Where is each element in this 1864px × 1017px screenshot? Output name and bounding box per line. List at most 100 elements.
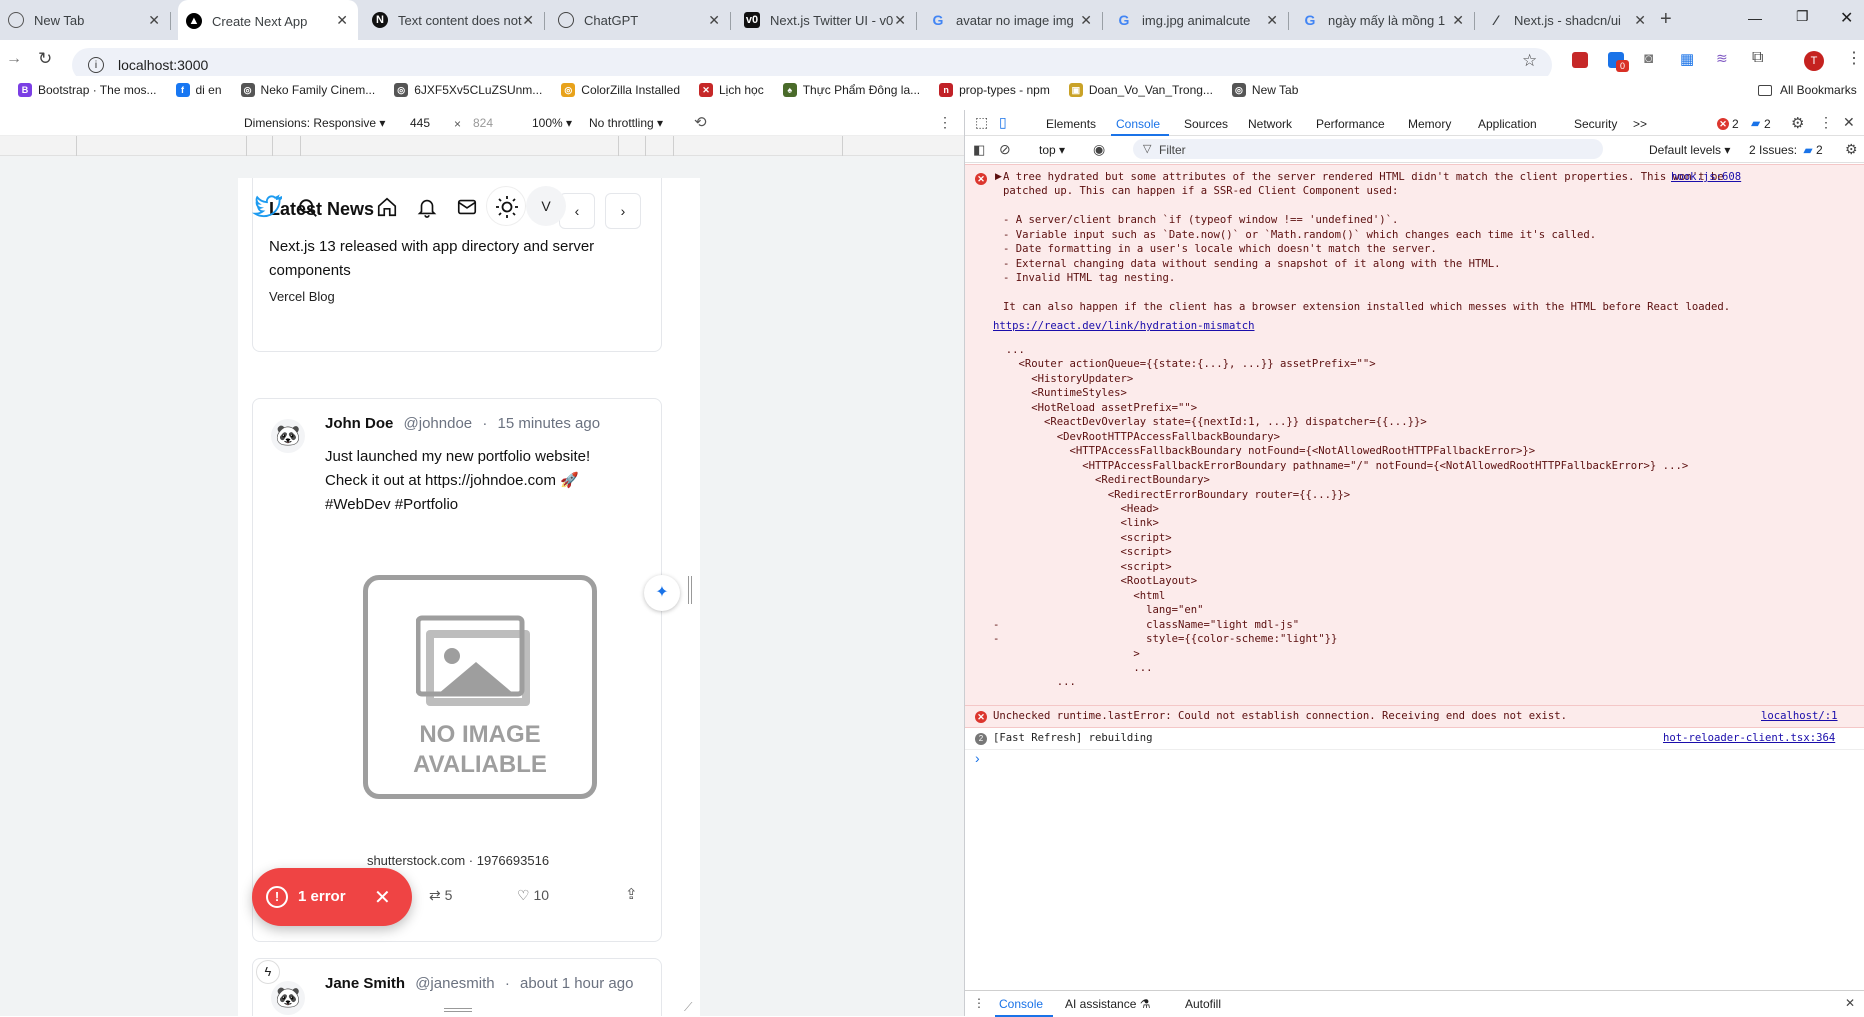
- fast-refresh-source[interactable]: hot-reloader-client.tsx:364: [1663, 732, 1835, 744]
- bookmark-item[interactable]: ◎ New Tab: [1231, 83, 1298, 97]
- clear-console-icon[interactable]: ⊘: [999, 141, 1011, 158]
- bookmark-item[interactable]: ◎ 6JXF5Xv5CLuZSUnm...: [394, 83, 542, 97]
- bookmark-item[interactable]: f di en: [175, 83, 222, 97]
- camera-icon[interactable]: ◙: [1644, 50, 1653, 67]
- tab-twitter-ui[interactable]: v0 Next.js Twitter UI - v0 ✕: [736, 0, 917, 40]
- lightning-icon[interactable]: ϟ: [256, 960, 280, 984]
- search-icon[interactable]: [297, 197, 319, 219]
- tab-shadcn[interactable]: ⁄ Next.js - shadcn/ui ✕: [1480, 0, 1656, 40]
- height-input[interactable]: 824: [473, 116, 493, 130]
- drawer-tab-console[interactable]: Console: [999, 997, 1043, 1011]
- site-info-icon[interactable]: i: [88, 57, 104, 73]
- bookmark-star-icon[interactable]: ☆: [1522, 51, 1537, 71]
- issues-button[interactable]: 2 Issues: ▰ 2: [1749, 143, 1823, 157]
- twitter-bird-icon[interactable]: [252, 192, 285, 218]
- close-tab-icon[interactable]: ✕: [1266, 12, 1278, 29]
- bookmark-item[interactable]: ✕ Lịch học: [699, 83, 764, 97]
- close-icon[interactable]: ✕: [374, 885, 391, 910]
- tweet-author-handle[interactable]: @johndoe: [404, 415, 473, 432]
- tweet-author-name[interactable]: Jane Smith: [325, 975, 405, 992]
- close-tab-icon[interactable]: ✕: [1634, 12, 1646, 29]
- drawer-tab-autofill[interactable]: Autofill: [1185, 997, 1221, 1011]
- close-tab-icon[interactable]: ✕: [336, 12, 348, 29]
- tab-new-tab[interactable]: New Tab ✕: [0, 0, 171, 40]
- retweet-button[interactable]: ⇄ 5: [429, 887, 452, 904]
- tab-img-search[interactable]: G img.jpg animalcute ✕: [1108, 0, 1289, 40]
- close-tab-icon[interactable]: ✕: [708, 12, 720, 29]
- close-tab-icon[interactable]: ✕: [1452, 12, 1464, 29]
- sidebar-toggle-icon[interactable]: ◧: [973, 142, 985, 158]
- dimensions-select[interactable]: Dimensions: Responsive ▾: [244, 116, 385, 130]
- console-prompt[interactable]: ›: [975, 750, 980, 766]
- colorzilla-dropper-icon[interactable]: ✦: [644, 575, 680, 611]
- profile-avatar[interactable]: T: [1804, 51, 1824, 71]
- device-more-icon[interactable]: ⋮: [938, 114, 952, 131]
- hydration-docs-link[interactable]: https://react.dev/link/hydration-mismatc…: [993, 320, 1255, 332]
- log-levels-select[interactable]: Default levels ▾: [1649, 143, 1730, 157]
- minimize-button[interactable]: —: [1748, 10, 1762, 26]
- bookmark-item[interactable]: ◎ Neko Family Cinem...: [240, 83, 375, 97]
- new-tab-button[interactable]: +: [1660, 8, 1672, 31]
- drawer-menu-icon[interactable]: ⋮: [973, 996, 985, 1010]
- device-toggle-icon[interactable]: ▯: [999, 114, 1007, 131]
- inspect-element-icon[interactable]: ⬚: [975, 114, 988, 131]
- close-tab-icon[interactable]: ✕: [148, 12, 160, 29]
- close-tab-icon[interactable]: ✕: [894, 12, 906, 29]
- bookmark-item[interactable]: ◎ ColorZilla Installed: [561, 83, 680, 97]
- rotate-icon[interactable]: ⟲: [694, 113, 707, 131]
- devtools-tab-console[interactable]: Console: [1116, 117, 1160, 131]
- error-toast-label[interactable]: 1 error: [298, 888, 346, 905]
- bookmark-item[interactable]: ▣ Doan_Vo_Van_Trong...: [1068, 83, 1213, 97]
- zoom-select[interactable]: 100% ▾: [532, 116, 572, 130]
- devtools-tab-security[interactable]: Security: [1574, 117, 1617, 131]
- news-item-title[interactable]: Next.js 13 released with app directory a…: [269, 235, 639, 283]
- tweet-author-handle[interactable]: @janesmith: [415, 975, 494, 992]
- error-count[interactable]: 2: [1732, 117, 1739, 131]
- devtools-tab-sources[interactable]: Sources: [1184, 117, 1228, 131]
- width-input[interactable]: 445: [410, 116, 430, 130]
- carousel-next-button[interactable]: ›: [605, 193, 641, 229]
- share-icon[interactable]: ⇪: [625, 885, 638, 903]
- drawer-tab-ai-assistance[interactable]: AI assistance ⚗: [1065, 997, 1150, 1011]
- warning-count[interactable]: 2: [1764, 117, 1771, 131]
- extension-icon-1[interactable]: [1572, 52, 1588, 68]
- devtools-tab-network[interactable]: Network: [1248, 117, 1292, 131]
- tab-create-next-app[interactable]: ▲ Create Next App ✕: [178, 0, 358, 42]
- viewport-bottom-handle[interactable]: [444, 1008, 472, 1012]
- forward-icon[interactable]: →: [6, 50, 22, 68]
- tab-text-content[interactable]: N Text content does not ✕: [364, 0, 545, 40]
- console-settings-icon[interactable]: ⚙: [1845, 141, 1858, 158]
- viewport-corner-handle[interactable]: ⟋: [684, 1000, 692, 1015]
- devtools-tab-application[interactable]: Application: [1478, 117, 1537, 131]
- devtools-tab-performance[interactable]: Performance: [1316, 117, 1385, 131]
- devtools-menu-icon[interactable]: ⋮: [1819, 114, 1833, 131]
- user-avatar[interactable]: V: [526, 186, 566, 226]
- close-tab-icon[interactable]: ✕: [522, 12, 534, 29]
- close-drawer-icon[interactable]: ✕: [1845, 996, 1855, 1010]
- viewport-resize-handle[interactable]: [688, 576, 692, 604]
- like-button[interactable]: ♡ 10: [517, 887, 549, 904]
- tweet-author-name[interactable]: John Doe: [325, 415, 393, 432]
- bookmark-item[interactable]: ♠ Thực Phẩm Đông la...: [782, 83, 920, 97]
- live-expression-eye-icon[interactable]: ◉: [1093, 141, 1105, 158]
- devtools-tab-elements[interactable]: Elements: [1046, 117, 1096, 131]
- all-bookmarks-button[interactable]: All Bookmarks: [1758, 83, 1857, 97]
- hydration-source-link[interactable]: hook.js:608: [1671, 171, 1741, 183]
- extension-icon-4[interactable]: ≋: [1716, 50, 1728, 67]
- settings-gear-icon[interactable]: ⚙: [1791, 114, 1804, 132]
- reload-icon[interactable]: ↻: [38, 49, 52, 69]
- devtools-tab-memory[interactable]: Memory: [1408, 117, 1451, 131]
- filter-input[interactable]: ▽ Filter: [1133, 139, 1603, 159]
- chrome-menu-icon[interactable]: ⋮: [1846, 48, 1862, 68]
- theme-toggle-button[interactable]: [486, 186, 526, 226]
- bookmark-item[interactable]: B Bootstrap · The mos...: [18, 83, 157, 97]
- tab-chatgpt[interactable]: ChatGPT ✕: [550, 0, 731, 40]
- bell-icon[interactable]: [416, 196, 438, 218]
- mail-icon[interactable]: [456, 196, 478, 218]
- close-tab-icon[interactable]: ✕: [1080, 12, 1092, 29]
- context-select[interactable]: top ▾: [1039, 143, 1065, 157]
- tab-calendar-search[interactable]: G ngày mấy là mồng 1 ✕: [1294, 0, 1475, 40]
- runtime-error-source[interactable]: localhost/:1: [1761, 710, 1838, 722]
- more-tabs-button[interactable]: >>: [1633, 117, 1647, 131]
- restore-button[interactable]: ❐: [1796, 8, 1809, 25]
